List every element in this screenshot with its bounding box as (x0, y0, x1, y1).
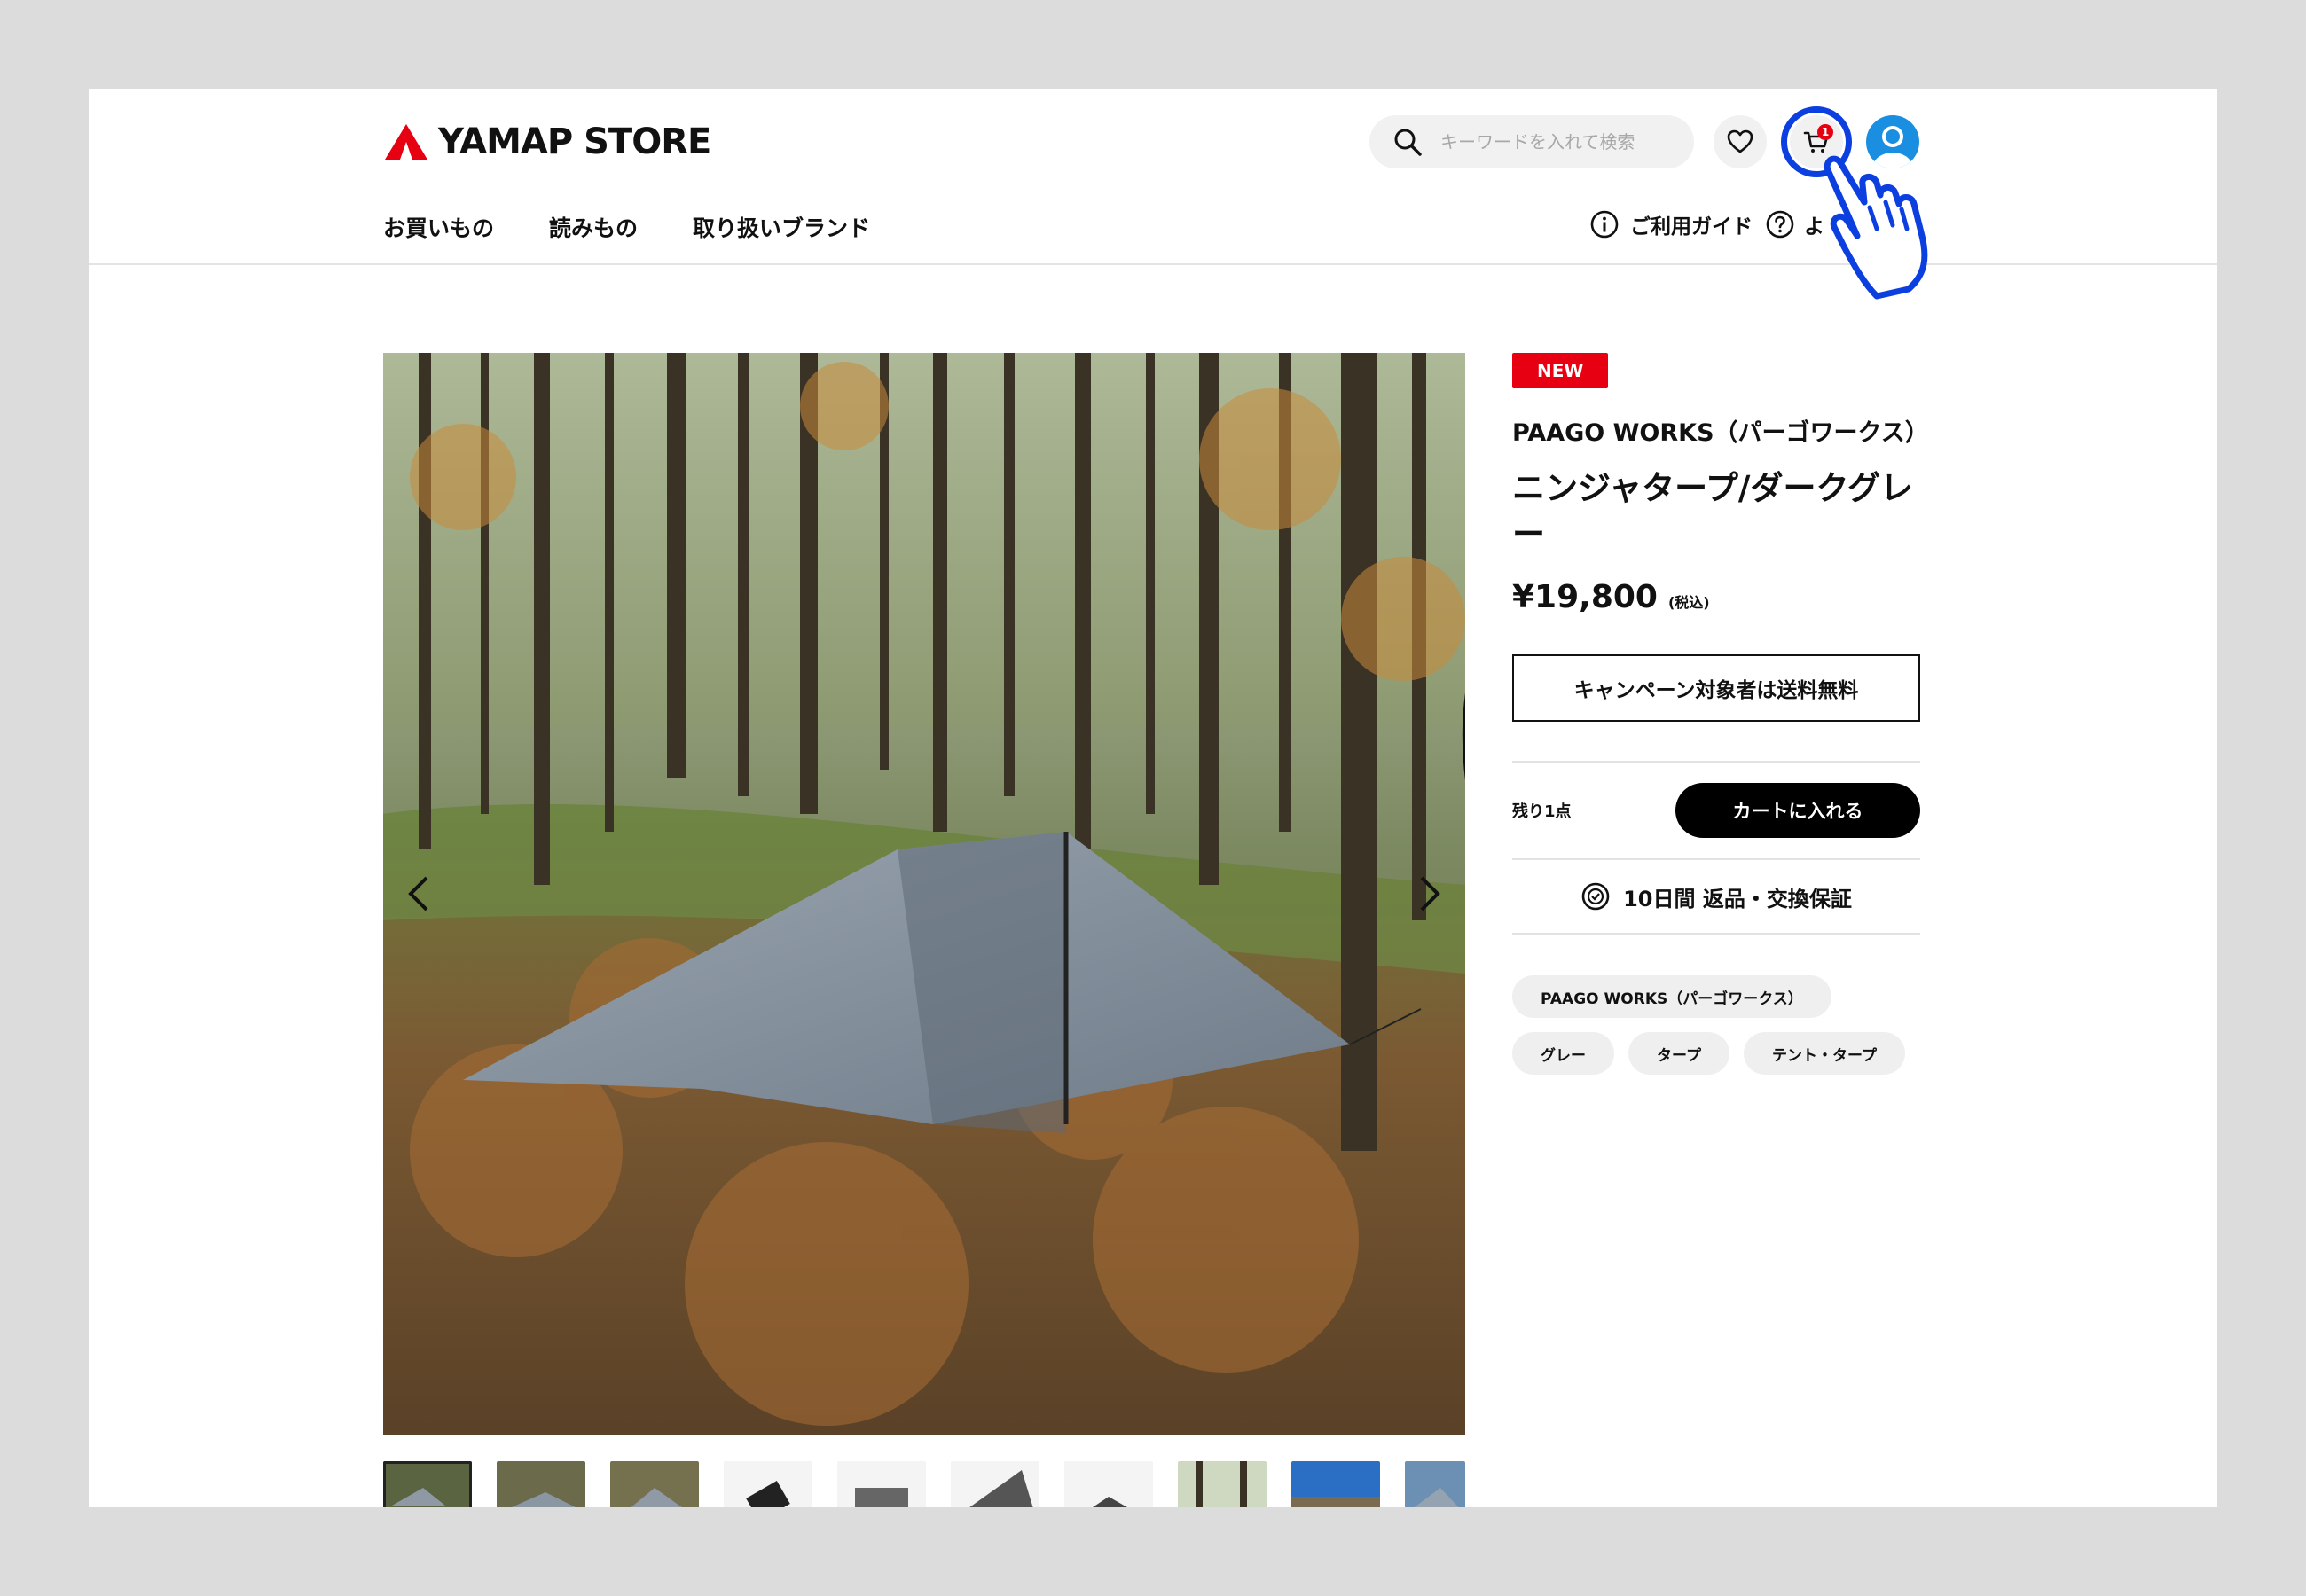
page: YAMAP STORE 1 お買いもの 読みもの 取り扱いブランド (89, 89, 2217, 1507)
tag-tarp[interactable]: タープ (1628, 1032, 1730, 1075)
search-icon[interactable] (1392, 127, 1423, 157)
product-tags: PAAGO WORKS（パーゴワークス） グレー タープ テント・タープ (1512, 975, 1920, 1075)
thumbnail[interactable] (1064, 1461, 1153, 1507)
thumbnail[interactable] (1405, 1461, 1465, 1507)
heart-icon (1727, 129, 1753, 153)
divider (1512, 933, 1920, 935)
thumbnail[interactable] (951, 1461, 1039, 1507)
search-bar[interactable] (1369, 115, 1694, 168)
price-row: ¥19,800 (税込) (1512, 579, 1920, 615)
nav-brands[interactable]: 取り扱いブランド (693, 211, 870, 243)
info-icon (1590, 210, 1619, 239)
next-image-button[interactable] (1412, 867, 1447, 920)
thumbnail[interactable] (1291, 1461, 1380, 1507)
store-logo[interactable]: YAMAP STORE (383, 115, 711, 168)
thumbnail[interactable] (837, 1461, 926, 1507)
tag-color[interactable]: グレー (1512, 1032, 1614, 1075)
guide-label: ご利用ガイド (1630, 215, 1753, 239)
thumbnail[interactable] (497, 1461, 585, 1507)
chevron-right-icon (1420, 876, 1440, 911)
tarp-forest-photo (383, 353, 1465, 1435)
search-input[interactable] (1440, 131, 1671, 153)
question-icon (1766, 210, 1794, 239)
product-title: ニンジャタープ/ダークグレー (1512, 469, 1913, 553)
logo-text: YAMAP STORE (438, 121, 711, 162)
thumbnail[interactable] (383, 1461, 472, 1507)
guide-link[interactable]: ご利用ガイド (1589, 209, 1753, 239)
tag-tent-tarp[interactable]: テント・タープ (1743, 1032, 1905, 1075)
stock-remaining: 残り1点 (1512, 802, 1572, 821)
nav-articles[interactable]: 読みもの (549, 211, 638, 243)
thumbnail-strip (383, 1461, 1465, 1507)
purchase-section: 残り1点 カートに入れる 10日間 返品・交換保証 (1512, 761, 1920, 935)
thumbnail[interactable] (724, 1461, 812, 1507)
return-guarantee[interactable]: 10日間 返品・交換保証 (1512, 860, 1920, 933)
thumbnail[interactable] (1178, 1461, 1267, 1507)
prev-image-button[interactable] (401, 867, 436, 920)
product-brand[interactable]: PAAGO WORKS（パーゴワークス） (1512, 413, 1929, 448)
new-badge: NEW (1512, 353, 1609, 388)
product-hero-image[interactable] (383, 353, 1465, 1435)
pointer-hand-icon (1824, 155, 1928, 300)
favorites-button[interactable] (1714, 115, 1767, 168)
guarantee-icon (1581, 882, 1610, 911)
thumbnail[interactable] (610, 1461, 699, 1507)
main-nav: お買いもの 読みもの 取り扱いブランド (383, 211, 870, 243)
logo-mountain-icon (385, 124, 427, 160)
stock-cart-row: 残り1点 カートに入れる (1512, 763, 1920, 858)
chevron-left-icon (408, 876, 428, 911)
product-price: ¥19,800 (1512, 579, 1658, 615)
nav-shopping[interactable]: お買いもの (383, 211, 494, 243)
tax-note: (税込) (1667, 594, 1710, 611)
guarantee-label: 10日間 返品・交換保証 (1623, 886, 1852, 911)
product-info: NEW PAAGO WORKS（パーゴワークス） ニンジャタープ/ダークグレー … (1512, 353, 1929, 1075)
shipping-campaign-button[interactable]: キャンペーン対象者は送料無料 (1512, 654, 1920, 722)
add-to-cart-button[interactable]: カートに入れる (1675, 783, 1920, 838)
tag-brand[interactable]: PAAGO WORKS（パーゴワークス） (1512, 975, 1831, 1018)
